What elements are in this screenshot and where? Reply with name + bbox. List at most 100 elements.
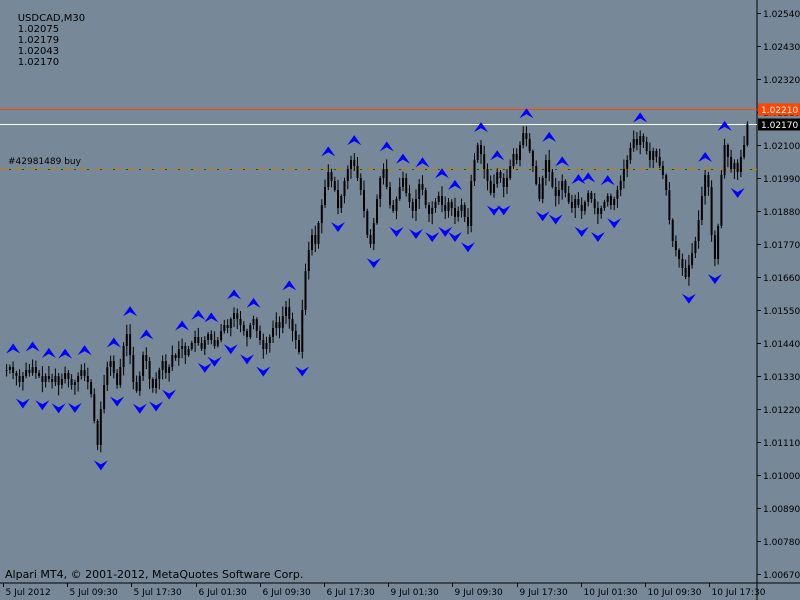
candle-body xyxy=(187,349,190,355)
candle-body xyxy=(720,175,723,226)
candle-body xyxy=(60,379,63,385)
fractal-up-arrow xyxy=(581,172,596,183)
y-tick-label: 1.01880 xyxy=(763,208,800,218)
candle-body xyxy=(596,208,599,214)
fractal-up-arrow xyxy=(415,157,430,168)
candle-body xyxy=(246,331,248,337)
candle-body xyxy=(99,409,102,445)
fractal-down-arrow xyxy=(590,231,605,242)
y-tick-label: 1.02100 xyxy=(763,142,800,152)
candle-body xyxy=(57,376,60,385)
candle-body xyxy=(86,376,89,382)
candle-body xyxy=(447,202,450,211)
candle-body xyxy=(278,322,281,328)
candle-body xyxy=(736,163,739,172)
candle-body xyxy=(330,172,333,181)
candle-body xyxy=(629,148,632,160)
candle-body xyxy=(515,154,518,160)
candle-body xyxy=(470,181,473,226)
candle-body xyxy=(116,373,119,385)
candle-body xyxy=(645,142,648,151)
fractal-up-arrow xyxy=(600,175,615,186)
candle-body xyxy=(476,145,479,160)
candle-body xyxy=(603,202,606,208)
candle-body xyxy=(164,361,167,373)
fractal-up-arrow xyxy=(123,306,138,317)
bid-price-label: 1.02170 xyxy=(761,121,798,131)
candle-body xyxy=(496,172,499,184)
x-tick-label: 5 Jul 2012 xyxy=(6,588,51,598)
candle-body xyxy=(606,196,609,202)
candle-body xyxy=(158,370,161,379)
candle-body xyxy=(132,355,135,382)
fractal-up-arrow xyxy=(175,320,190,331)
candle-body xyxy=(661,166,664,175)
fractal-down-arrow xyxy=(460,242,475,253)
fractal-up-arrow xyxy=(379,141,394,152)
candle-body xyxy=(242,325,245,331)
candle-body xyxy=(512,154,515,166)
candle-body xyxy=(327,172,330,187)
candle-body xyxy=(428,205,430,214)
candle-body xyxy=(77,376,80,382)
fractal-up-arrow xyxy=(633,112,648,123)
candle-body xyxy=(304,271,307,310)
fractal-up-arrow xyxy=(542,131,557,142)
candle-body xyxy=(554,187,557,196)
candle-body xyxy=(697,220,700,241)
order-label[interactable]: #42981489 buy xyxy=(8,157,81,167)
candle-body xyxy=(528,139,531,151)
candle-body xyxy=(38,373,41,376)
candle-body xyxy=(561,181,564,190)
fractal-up-arrow xyxy=(347,135,362,146)
candle-body xyxy=(376,199,378,223)
candle-body xyxy=(418,184,421,199)
candle-body xyxy=(635,139,638,145)
fractal-down-arrow xyxy=(438,226,453,237)
candle-body xyxy=(691,253,694,265)
ohlc-header: USDCAD,M30 1.02075 1.02179 1.02043 1.021… xyxy=(5,2,85,79)
price-chart[interactable]: 1.02540 1.02430 1.02320 1.02210 1.02100 1.019… xyxy=(0,0,800,600)
candle-body xyxy=(203,340,206,349)
candle-body xyxy=(83,370,86,376)
candle-body xyxy=(294,331,297,340)
candle-body xyxy=(80,370,83,376)
fractal-down-arrow xyxy=(535,211,550,222)
candle-body xyxy=(18,376,21,382)
candle-body xyxy=(444,205,447,211)
candle-body xyxy=(450,202,453,208)
fractal-down-arrow xyxy=(730,188,745,199)
fractal-down-arrow xyxy=(408,229,423,240)
candle-body xyxy=(411,202,414,211)
candle-body xyxy=(168,367,171,373)
candle-body xyxy=(382,169,385,178)
candle-body xyxy=(265,343,268,349)
y-tick-label: 1.01550 xyxy=(763,307,800,317)
candle-body xyxy=(119,367,122,385)
fractal-down-arrow xyxy=(389,227,404,238)
candle-body xyxy=(12,367,15,373)
candle-body xyxy=(678,250,681,259)
candle-body xyxy=(441,196,443,205)
candle-body xyxy=(609,196,612,205)
candle-body xyxy=(324,187,326,205)
fractal-down-arrow xyxy=(295,366,310,377)
fractal-down-arrow xyxy=(607,218,622,229)
candle-body xyxy=(25,370,28,376)
candle-body xyxy=(239,319,242,325)
candle-body xyxy=(548,160,551,172)
fractal-up-arrow xyxy=(25,341,40,352)
candle-body xyxy=(142,355,145,376)
candle-body xyxy=(590,193,593,199)
candle-body xyxy=(522,133,525,145)
fractal-up-arrow xyxy=(490,150,505,161)
candle-body xyxy=(275,322,278,328)
candle-body xyxy=(402,178,404,187)
candle-body xyxy=(486,169,489,181)
fractal-down-arrow xyxy=(425,232,440,243)
candle-body xyxy=(567,193,570,202)
candle-body xyxy=(385,169,388,187)
candle-body xyxy=(574,199,577,208)
candle-body xyxy=(723,145,726,175)
candle-body xyxy=(311,235,313,250)
